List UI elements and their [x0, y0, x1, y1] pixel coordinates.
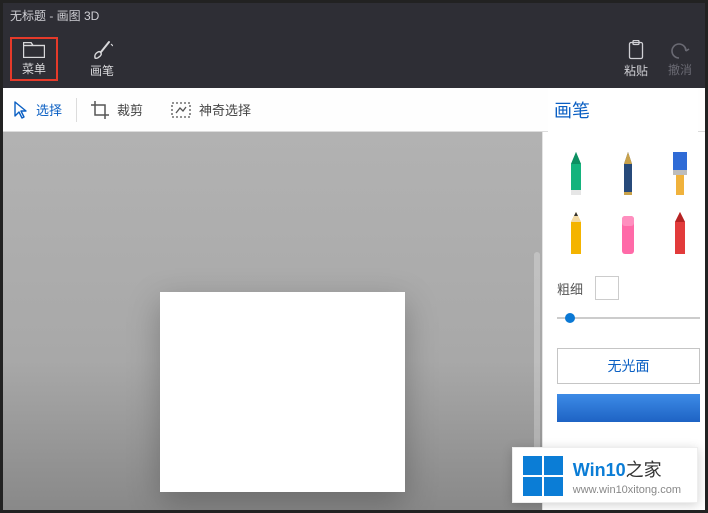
brush-calligraphy[interactable]	[609, 146, 647, 196]
slider-track	[557, 317, 700, 319]
magic-label: 神奇选择	[199, 100, 251, 119]
brush-pencil[interactable]	[557, 206, 595, 256]
cursor-icon	[14, 101, 28, 119]
thickness-slider[interactable]	[557, 310, 700, 326]
crop-label: 裁剪	[117, 100, 143, 119]
watermark-url: www.win10xitong.com	[573, 484, 681, 496]
brush-ribbon-label: 画笔	[90, 62, 114, 79]
paste-button[interactable]: 粘贴	[614, 37, 658, 81]
brush-icon	[91, 40, 113, 60]
window-title: 无标题 - 画图 3D	[10, 7, 99, 24]
brush-marker[interactable]	[557, 146, 595, 196]
tool-subbar: 选择 裁剪 神奇选择 − + ··· 画笔	[0, 88, 708, 132]
thickness-row: 粗细	[557, 276, 700, 300]
watermark-brand-prefix: Win10	[573, 460, 626, 480]
watermark-brand: Win10之家	[573, 456, 681, 482]
magic-select-tool[interactable]: 神奇选择	[157, 100, 265, 119]
ribbon: 菜单 画笔 粘贴 撤消	[0, 30, 708, 88]
select-tool[interactable]: 选择	[0, 100, 76, 119]
undo-button[interactable]: 撤消	[658, 37, 702, 81]
panel-title: 画笔	[548, 88, 698, 132]
windows-logo-icon	[523, 456, 563, 496]
crop-icon	[91, 101, 109, 119]
canvas-viewport[interactable]	[0, 132, 542, 513]
menu-label: 菜单	[22, 60, 46, 77]
brush-ribbon-button[interactable]: 画笔	[78, 37, 126, 81]
title-bar: 无标题 - 画图 3D	[0, 0, 708, 30]
crop-tool[interactable]: 裁剪	[77, 100, 157, 119]
select-label: 选择	[36, 100, 62, 119]
primary-color-bar[interactable]	[557, 394, 700, 422]
scrollbar[interactable]	[534, 252, 540, 452]
brush-flat[interactable]	[661, 146, 699, 196]
magic-icon	[171, 102, 191, 118]
thickness-label: 粗细	[557, 279, 583, 298]
menu-button[interactable]: 菜单	[10, 37, 58, 81]
undo-icon	[670, 41, 690, 59]
brush-crayon[interactable]	[661, 206, 699, 256]
paste-label: 粘贴	[624, 62, 648, 79]
folder-icon	[23, 42, 45, 58]
thickness-input[interactable]	[595, 276, 619, 300]
clipboard-icon	[627, 40, 645, 60]
watermark-brand-suffix: 之家	[626, 460, 662, 480]
finish-button[interactable]: 无光面	[557, 348, 700, 384]
undo-label: 撤消	[668, 61, 692, 78]
brush-grid	[557, 146, 700, 256]
finish-label: 无光面	[608, 356, 650, 376]
watermark: Win10之家 www.win10xitong.com	[512, 447, 698, 503]
slider-thumb[interactable]	[565, 313, 575, 323]
brush-eraser[interactable]	[609, 206, 647, 256]
canvas[interactable]	[160, 292, 405, 492]
